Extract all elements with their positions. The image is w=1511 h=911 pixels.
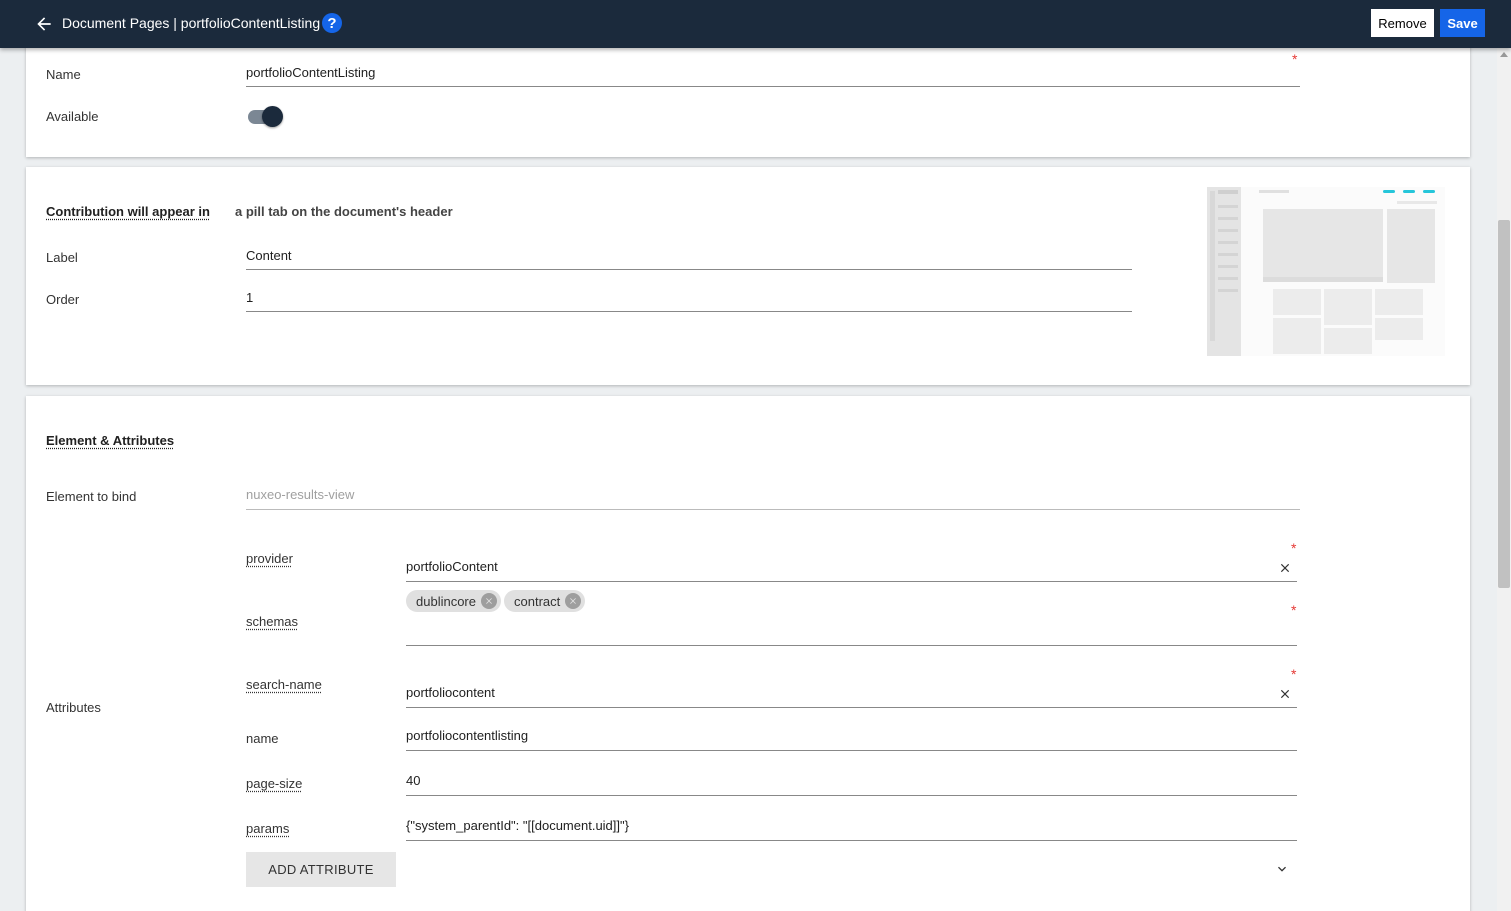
attr-provider-field[interactable] [406, 556, 1297, 582]
name-input[interactable] [246, 62, 1300, 82]
attr-params-name: params [246, 821, 290, 836]
label-label: Label [46, 250, 78, 265]
attr-search-name-name: search-name [246, 677, 322, 692]
contribution-card: Contribution will appear in a pill tab o… [26, 167, 1470, 385]
element-heading: Element & Attributes [46, 433, 175, 448]
app-header: Document Pages | portfolioContentListing… [0, 0, 1511, 48]
name-label: Name [46, 67, 81, 82]
required-marker: * [1291, 602, 1297, 618]
attr-page-size-field[interactable] [406, 770, 1297, 796]
close-icon[interactable] [1278, 561, 1292, 575]
chip-remove-icon[interactable] [565, 593, 582, 609]
element-bind-label: Element to bind [46, 489, 137, 504]
toggle-knob [262, 106, 283, 127]
attr-provider-name: provider [246, 551, 293, 566]
attr-schemas-name: schemas [246, 614, 299, 629]
required-marker: * [1291, 666, 1297, 682]
contribution-description: a pill tab on the document's header [235, 204, 453, 219]
element-bind-field[interactable] [246, 484, 1300, 510]
attr-schemas-field[interactable] [406, 618, 1297, 646]
back-arrow-icon[interactable] [34, 14, 54, 34]
schema-chip: dublincore [406, 590, 501, 612]
attributes-label: Attributes [46, 700, 101, 715]
available-label: Available [46, 109, 99, 124]
required-marker: * [1292, 51, 1298, 67]
attr-page-size-name: page-size [246, 776, 303, 791]
breadcrumb: Document Pages | portfolioContentListing [62, 15, 321, 31]
add-attribute-button[interactable]: ADD ATTRIBUTE [246, 852, 396, 887]
slot-preview-image [1207, 187, 1445, 356]
attr-name-input[interactable] [406, 725, 1297, 745]
required-marker: * [1291, 540, 1297, 556]
element-bind-input[interactable] [246, 484, 1300, 504]
attr-page-size-input[interactable] [406, 770, 1297, 790]
attr-name-name: name [246, 731, 279, 746]
schema-chip: contract [504, 590, 586, 612]
attr-provider-input[interactable] [406, 556, 1297, 576]
chip-label: dublincore [416, 593, 476, 609]
general-card: Name * Available [26, 40, 1470, 157]
attr-search-name-field[interactable] [406, 682, 1297, 708]
available-toggle[interactable] [246, 105, 284, 129]
save-button[interactable]: Save [1440, 9, 1485, 37]
order-input[interactable] [246, 287, 1132, 307]
chip-remove-icon[interactable] [481, 593, 497, 609]
order-field[interactable] [246, 287, 1132, 312]
attr-search-name-input[interactable] [406, 682, 1297, 702]
order-label: Order [46, 292, 80, 307]
attr-params-input[interactable] [406, 815, 1297, 835]
close-icon[interactable] [1278, 687, 1292, 701]
label-field[interactable] [246, 245, 1132, 270]
scroll-up-arrow-icon[interactable] [1500, 52, 1508, 57]
chevron-down-icon[interactable] [1274, 861, 1290, 877]
attr-params-field[interactable] [406, 815, 1297, 841]
contribution-heading: Contribution will appear in [46, 204, 210, 219]
chip-label: contract [514, 593, 561, 609]
attr-name-field[interactable] [406, 725, 1297, 751]
help-icon[interactable]: ? [322, 13, 342, 33]
remove-button[interactable]: Remove [1371, 9, 1434, 37]
element-attributes-card: Element & Attributes Element to bind Att… [26, 396, 1470, 911]
name-field[interactable] [246, 62, 1300, 87]
scrollbar-thumb[interactable] [1498, 220, 1510, 588]
label-input[interactable] [246, 245, 1132, 265]
